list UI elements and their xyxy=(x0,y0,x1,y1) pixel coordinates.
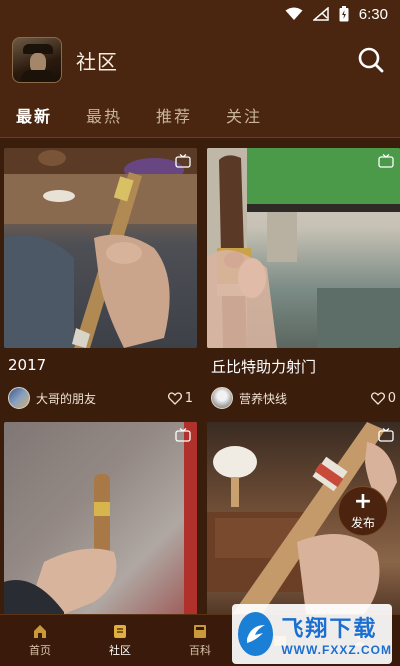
nav-community-label: 社区 xyxy=(109,644,131,657)
heart-icon xyxy=(167,391,182,405)
watermark-logo-icon xyxy=(238,612,274,656)
author-name[interactable]: 营养快线 xyxy=(239,390,287,407)
author-avatar[interactable] xyxy=(8,387,30,409)
status-time: 6:30 xyxy=(358,5,388,23)
page-title: 社区 xyxy=(76,49,118,74)
video-icon xyxy=(175,154,191,168)
home-icon xyxy=(34,625,46,638)
battery-icon xyxy=(339,6,349,22)
community-icon xyxy=(114,625,126,638)
cigar-image xyxy=(4,148,197,348)
like-button[interactable]: 1 xyxy=(167,390,193,406)
app-header: 社区 xyxy=(0,28,400,92)
post-title[interactable]: 丘比特助力射门 xyxy=(211,356,398,378)
tab-recommended[interactable]: 推荐 xyxy=(156,103,192,127)
nav-home[interactable]: 首页 xyxy=(0,623,80,658)
avatar-coat xyxy=(21,70,55,82)
video-icon xyxy=(378,428,394,442)
nav-community[interactable]: 社区 xyxy=(80,623,160,658)
video-icon xyxy=(378,154,394,168)
watermark-badge: 飞翔下载 WWW.FXXZ.COM xyxy=(232,604,392,664)
author-name[interactable]: 大哥的朋友 xyxy=(36,390,96,407)
tab-latest[interactable]: 最新 xyxy=(16,103,52,127)
post-photo[interactable] xyxy=(4,422,197,614)
tab-hottest[interactable]: 最热 xyxy=(86,103,122,127)
publish-button[interactable]: + 发布 xyxy=(338,486,388,536)
cigar-image xyxy=(4,422,197,614)
nav-home-label: 首页 xyxy=(29,644,51,657)
author-avatar[interactable] xyxy=(211,387,233,409)
plus-icon: + xyxy=(353,488,373,514)
encyclopedia-icon xyxy=(194,625,206,638)
watermark-text: 飞翔下载 WWW.FXXZ.COM xyxy=(281,611,392,657)
heart-icon xyxy=(370,391,385,405)
like-button[interactable]: 0 xyxy=(370,390,396,406)
cigar-image xyxy=(207,148,400,348)
user-avatar-button[interactable] xyxy=(12,37,62,83)
watermark-main: 飞翔下载 xyxy=(281,617,378,642)
post-card[interactable]: 2017 大哥的朋友 1 xyxy=(4,148,197,412)
post-feed[interactable]: 2017 大哥的朋友 1 丘比特助力射门 营养快线 0 xyxy=(0,138,400,614)
post-title[interactable]: 2017 xyxy=(8,356,195,378)
status-bar: 6:30 xyxy=(0,0,400,28)
publish-label: 发布 xyxy=(350,515,375,530)
wifi-icon xyxy=(285,7,303,20)
post-card[interactable]: 丘比特助力射门 营养快线 0 xyxy=(207,148,400,412)
post-photo[interactable] xyxy=(4,148,197,348)
post-card[interactable] xyxy=(4,422,197,614)
search-button[interactable] xyxy=(354,43,388,77)
feed-tabs: 最新 最热 推荐 关注 xyxy=(0,92,400,138)
nav-encyclopedia[interactable]: 百科 xyxy=(160,623,240,658)
watermark-sub: WWW.FXXZ.COM xyxy=(281,643,392,657)
search-icon xyxy=(358,47,384,73)
nav-encyclopedia-label: 百科 xyxy=(189,644,211,657)
video-icon xyxy=(175,428,191,442)
post-meta: 大哥的朋友 1 xyxy=(8,384,193,412)
post-photo[interactable] xyxy=(207,148,400,348)
like-count: 1 xyxy=(184,390,193,406)
tab-following[interactable]: 关注 xyxy=(226,103,262,127)
like-count: 0 xyxy=(387,390,396,406)
post-meta: 营养快线 0 xyxy=(211,384,396,412)
no-signal-icon xyxy=(312,7,329,21)
